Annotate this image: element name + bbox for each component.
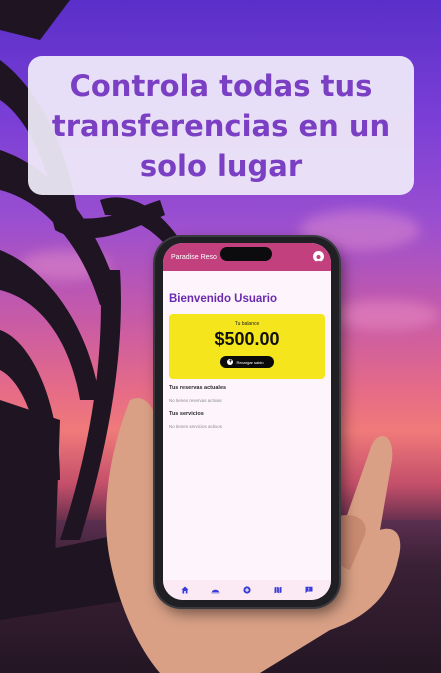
dynamic-island bbox=[220, 247, 272, 261]
profile-icon[interactable] bbox=[313, 251, 324, 262]
add-circle-icon[interactable] bbox=[242, 586, 251, 595]
app-title: Paradise Reso bbox=[171, 253, 217, 261]
welcome-heading: Bienvenido Usuario bbox=[169, 293, 277, 305]
services-empty: No tienes servicios activos bbox=[169, 424, 223, 429]
home-icon[interactable] bbox=[180, 586, 189, 595]
recharge-button[interactable]: + Recargar saldo bbox=[220, 356, 274, 368]
balance-amount: $500.00 bbox=[214, 329, 280, 349]
phone-screen: Paradise Reso Bienvenido Usuario Tu bala… bbox=[163, 243, 331, 600]
headline: Controla todas tus transferencias en un … bbox=[51, 68, 391, 183]
plus-icon: + bbox=[227, 359, 234, 365]
balance-card: Tu balance $500.00 + Recargar saldo bbox=[169, 314, 325, 379]
chat-icon[interactable] bbox=[305, 586, 314, 595]
recharge-label: Recargar saldo bbox=[236, 359, 264, 365]
app-bar: Paradise Reso bbox=[163, 243, 331, 271]
hotel-icon[interactable] bbox=[211, 586, 220, 595]
headline-card: Controla todas tus transferencias en un … bbox=[28, 56, 414, 195]
reservations-title: Tus reservas actuales bbox=[169, 385, 227, 391]
phone-frame: Paradise Reso Bienvenido Usuario Tu bala… bbox=[155, 237, 339, 607]
bottom-nav bbox=[163, 580, 331, 600]
map-icon[interactable] bbox=[274, 586, 283, 595]
balance-label: Tu balance bbox=[234, 321, 260, 327]
reservations-empty: No tienes reservas activas bbox=[169, 398, 222, 403]
services-title: Tus servicios bbox=[169, 411, 204, 417]
